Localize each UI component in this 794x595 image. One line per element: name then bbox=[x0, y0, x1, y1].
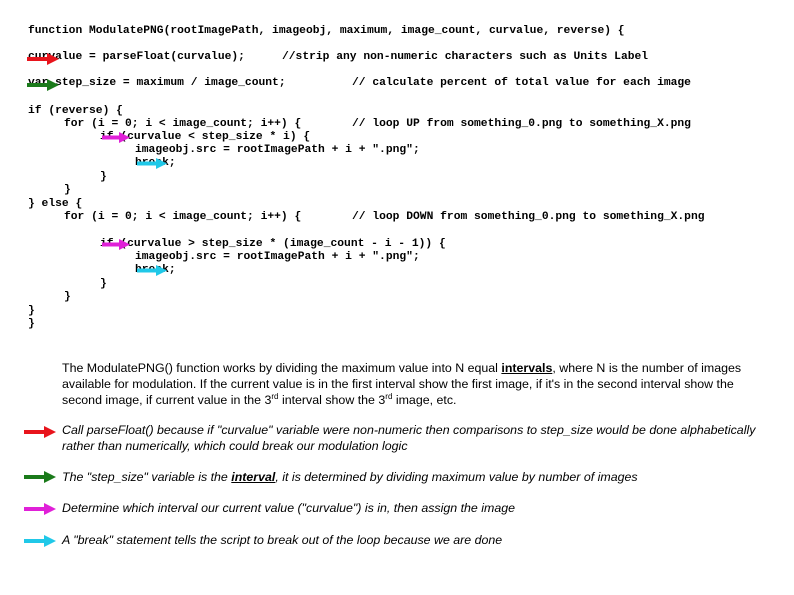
code-step-size: var step_size = maximum / image_count; bbox=[28, 77, 286, 89]
code-comment-for-down: // loop DOWN from something_0.png to som… bbox=[352, 211, 705, 223]
note-step-size: The "step_size" variable is the interval… bbox=[62, 469, 782, 485]
code-close-else: } bbox=[28, 305, 35, 317]
code-if-reverse: if (reverse) { bbox=[28, 105, 123, 117]
magenta-arrow-icon bbox=[102, 132, 130, 143]
code-close-function: } bbox=[28, 318, 35, 330]
code-comment-step: // calculate percent of total value for … bbox=[352, 77, 691, 89]
code-close-if-down: } bbox=[100, 278, 107, 290]
note-step-size-text-2: , it is determined by dividing maximum v… bbox=[275, 470, 638, 484]
code-if-up: if (curvalue < step_size * i) { bbox=[100, 131, 311, 143]
note-step-size-text-1: The "step_size" variable is the bbox=[62, 470, 232, 484]
code-else: } else { bbox=[28, 198, 83, 210]
explanation-text-1: The ModulatePNG() function works by divi… bbox=[62, 361, 502, 375]
explanation-text-3: interval show the 3 bbox=[278, 393, 386, 407]
green-legend-arrow-icon bbox=[24, 471, 56, 483]
interval-emphasis: interval bbox=[231, 470, 276, 484]
code-comment-parse: //strip any non-numeric characters such … bbox=[282, 51, 649, 63]
magenta-legend-arrow-icon bbox=[24, 503, 56, 515]
note-determine-interval: Determine which interval our current val… bbox=[62, 501, 516, 515]
note-break-statement: A "break" statement tells the script to … bbox=[62, 533, 503, 547]
note-parse-float: Call parseFloat() because if "curvalue" … bbox=[62, 423, 756, 453]
code-close-for-up: } bbox=[64, 184, 71, 196]
code-comment-for-up: // loop UP from something_0.png to somet… bbox=[352, 118, 691, 130]
red-legend-arrow-icon bbox=[24, 426, 56, 438]
cyan-arrow-icon bbox=[137, 158, 167, 169]
code-close-if-up: } bbox=[100, 171, 107, 183]
ordinal-suffix: rd bbox=[271, 391, 279, 401]
cyan-legend-arrow-icon bbox=[24, 535, 56, 547]
magenta-arrow-icon bbox=[102, 239, 130, 250]
red-arrow-icon bbox=[27, 53, 59, 65]
code-src-down: imageobj.src = rootImagePath + i + ".png… bbox=[135, 251, 420, 263]
explanation-paragraph: The ModulatePNG() function works by divi… bbox=[62, 360, 777, 408]
code-if-down: if (curvalue > step_size * (image_count … bbox=[100, 238, 446, 250]
explanation-text-4: image, etc. bbox=[392, 393, 457, 407]
code-close-for-down: } bbox=[64, 291, 71, 303]
green-arrow-icon bbox=[27, 79, 59, 91]
intervals-emphasis: intervals bbox=[501, 361, 553, 375]
code-for-down: for (i = 0; i < image_count; i++) { bbox=[64, 211, 302, 223]
code-src-up: imageobj.src = rootImagePath + i + ".png… bbox=[135, 144, 420, 156]
code-parse-float: curvalue = parseFloat(curvalue); bbox=[28, 51, 245, 63]
code-function-signature: function ModulatePNG(rootImagePath, imag… bbox=[28, 25, 625, 37]
code-for-up: for (i = 0; i < image_count; i++) { bbox=[64, 118, 302, 130]
cyan-arrow-icon bbox=[137, 265, 167, 276]
